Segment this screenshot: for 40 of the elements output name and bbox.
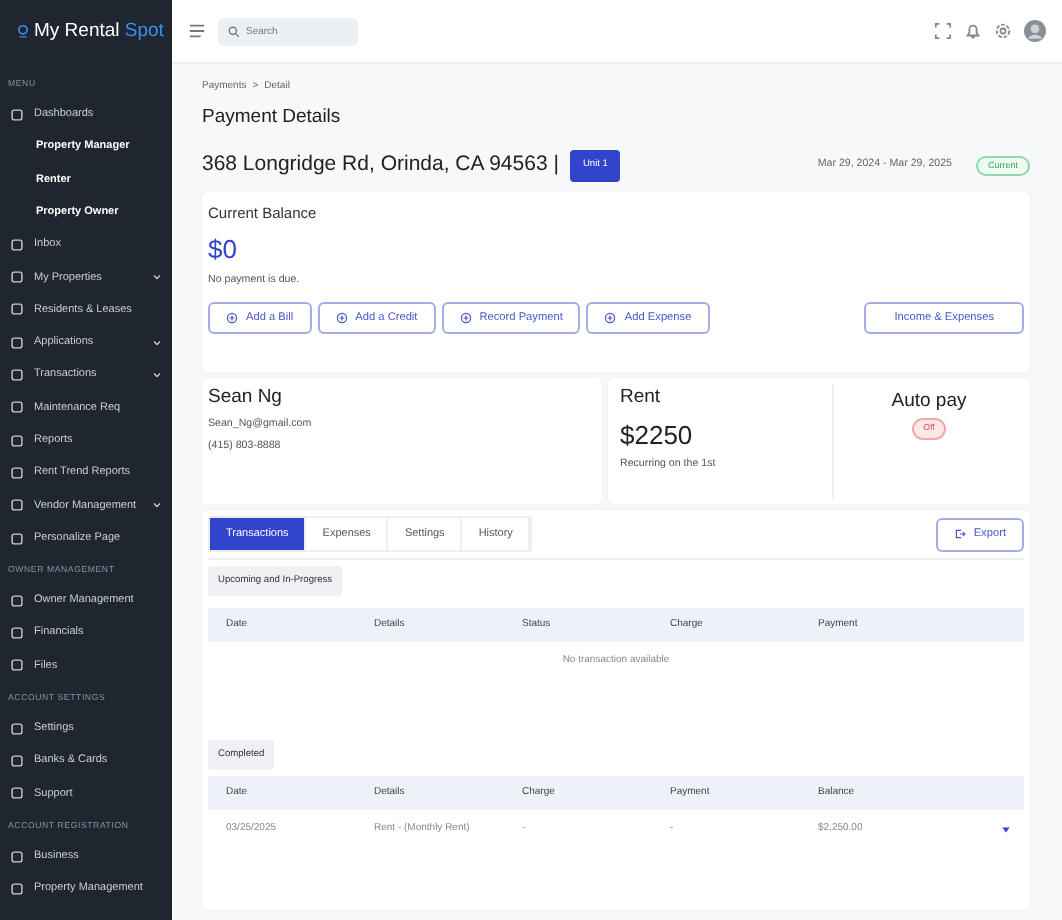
fullscreen-icon[interactable] bbox=[934, 22, 952, 40]
square-icon bbox=[10, 593, 24, 608]
square-icon bbox=[10, 753, 24, 768]
square-icon bbox=[10, 302, 24, 317]
square-icon bbox=[10, 107, 24, 122]
square-icon bbox=[10, 400, 24, 415]
caret-icon bbox=[1000, 823, 1012, 836]
pin-icon bbox=[16, 23, 30, 38]
square-icon bbox=[10, 786, 24, 801]
square-icon bbox=[10, 658, 24, 673]
square-icon bbox=[10, 531, 24, 545]
contact-name: Sean Ng bbox=[208, 384, 284, 412]
app-logo: My Rental Spot bbox=[0, 0, 172, 68]
rent-label: Rent bbox=[620, 384, 663, 412]
plus-circle-icon bbox=[335, 312, 348, 325]
square-icon bbox=[10, 237, 24, 252]
rent-amount: $2250 bbox=[620, 417, 695, 454]
bell-icon[interactable] bbox=[964, 22, 982, 40]
square-icon bbox=[10, 465, 24, 480]
export-icon bbox=[953, 528, 966, 540]
square-icon bbox=[10, 270, 24, 285]
square-icon bbox=[10, 433, 24, 448]
plus-circle-icon bbox=[604, 312, 617, 325]
plus-circle-icon bbox=[226, 312, 238, 325]
plus-circle-icon bbox=[459, 312, 472, 325]
square-icon bbox=[10, 849, 24, 864]
square-icon bbox=[10, 498, 24, 513]
square-icon bbox=[10, 335, 24, 350]
page-title: Payment Details bbox=[202, 106, 343, 132]
settings-icon[interactable] bbox=[994, 22, 1012, 40]
avatar-icon[interactable] bbox=[1024, 20, 1046, 42]
square-icon bbox=[10, 721, 24, 736]
property-address: 368 Longridge Rd, Orinda, CA 94563 | bbox=[202, 150, 559, 181]
search-icon bbox=[228, 25, 240, 37]
square-icon bbox=[10, 881, 24, 896]
square-icon bbox=[10, 368, 24, 383]
square-icon bbox=[10, 626, 24, 641]
menu-icon[interactable] bbox=[188, 22, 206, 40]
balance-amount: $0 bbox=[208, 231, 239, 268]
autopay-label: Auto pay bbox=[891, 387, 967, 415]
